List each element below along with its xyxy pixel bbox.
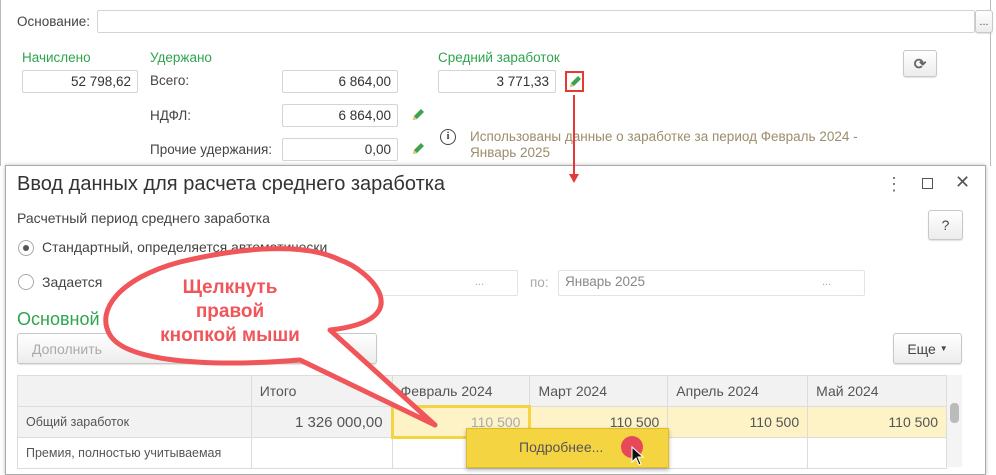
arrow-head bbox=[569, 174, 579, 183]
callout-text: Щелкнуть правой кнопкой мыши bbox=[130, 276, 330, 348]
annotation-layer bbox=[103, 95, 579, 428]
callout-line: кнопкой мыши bbox=[160, 325, 300, 346]
callout-line: правой bbox=[195, 301, 265, 322]
callout-line: Щелкнуть bbox=[182, 277, 278, 298]
